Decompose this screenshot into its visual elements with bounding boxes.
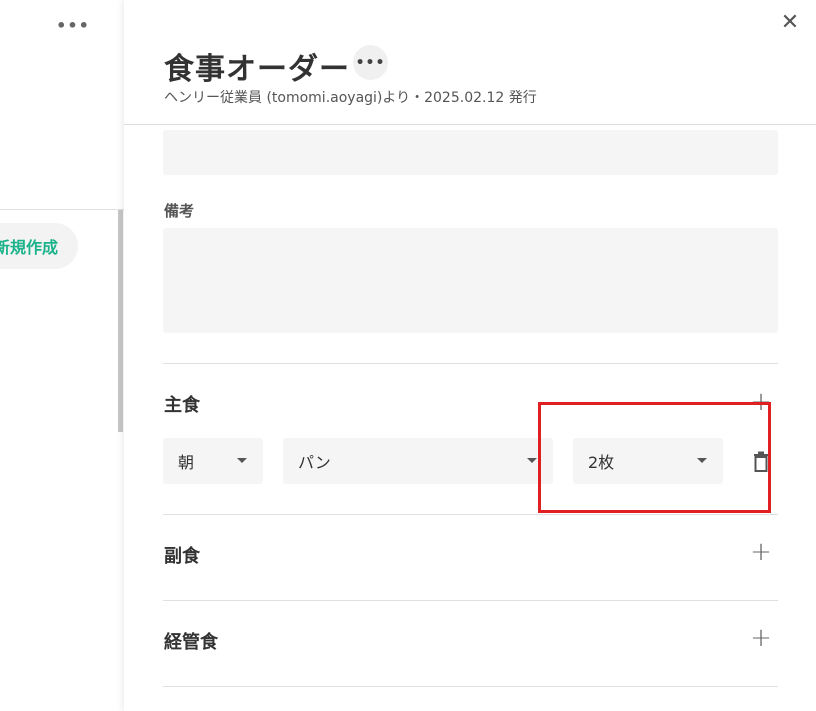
create-new-button[interactable]: 新規作成 [0, 223, 78, 269]
main-food-item-select[interactable]: パン [283, 438, 553, 484]
section-title-side-food: 副食 [164, 546, 200, 567]
previous-field[interactable] [163, 130, 778, 175]
scrollbar[interactable] [118, 210, 123, 432]
title-more-options-icon[interactable]: ••• [353, 45, 388, 80]
section-divider [163, 600, 778, 601]
more-options-icon[interactable]: ••• [56, 14, 89, 36]
section-title-main-food: 主食 [164, 395, 200, 416]
section-divider [163, 686, 778, 687]
quantity-select[interactable]: 2枚 [573, 438, 723, 484]
section-divider [163, 514, 778, 515]
quantity-value: 2枚 [588, 453, 615, 472]
header-divider [124, 124, 816, 125]
chevron-down-icon [527, 458, 537, 463]
add-tube-food-icon[interactable]: + [749, 623, 773, 653]
notes-label: 備考 [164, 202, 195, 220]
add-side-food-icon[interactable]: + [749, 537, 773, 567]
chevron-down-icon [237, 458, 247, 463]
issued-meta: ヘンリー従業員 (tomomi.aoyagi)より・2025.02.12 発行 [164, 90, 537, 106]
add-main-food-icon[interactable]: + [749, 387, 773, 417]
divider [0, 209, 124, 210]
meal-time-value: 朝 [178, 453, 195, 472]
meal-time-select[interactable]: 朝 [163, 438, 263, 484]
background-list-area: ••• 新規作成 [0, 0, 124, 711]
notes-textarea[interactable] [163, 228, 778, 333]
main-food-item-value: パン [298, 453, 331, 472]
delete-trash-icon[interactable] [751, 451, 771, 473]
page-title: 食事オーダー [164, 52, 350, 87]
section-title-tube-food: 経管食 [164, 632, 218, 653]
meal-order-panel: ✕ 食事オーダー ••• ヘンリー従業員 (tomomi.aoyagi)より・2… [124, 0, 816, 711]
chevron-down-icon [697, 458, 707, 463]
close-icon[interactable]: ✕ [778, 10, 802, 35]
section-divider [163, 363, 778, 364]
